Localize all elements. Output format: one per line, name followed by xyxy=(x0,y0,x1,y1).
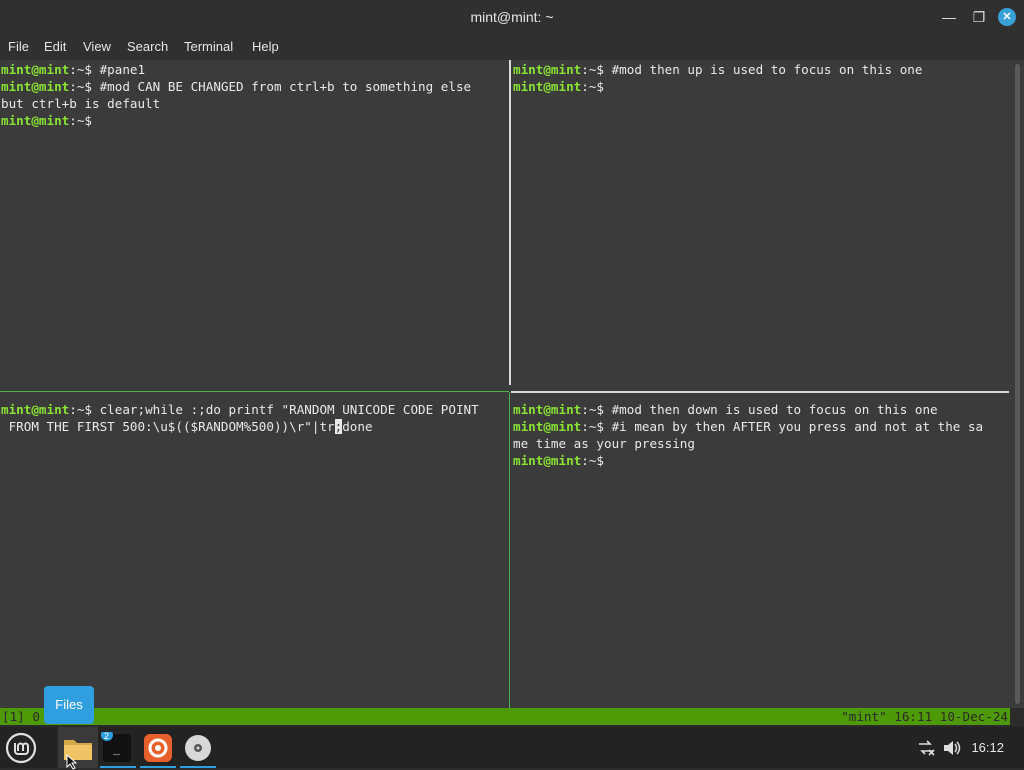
terminal-line: mint@mint:~$ #mod then up is used to foc… xyxy=(513,61,1009,78)
prompt-user: mint@mint xyxy=(1,402,70,417)
terminal-text: me time as your pressing xyxy=(513,436,695,451)
pane-divider-horizontal-right xyxy=(511,391,1009,393)
network-disconnected-icon[interactable] xyxy=(916,738,936,758)
terminal-badge: 2 xyxy=(104,732,109,741)
prompt-user: mint@mint xyxy=(1,113,70,128)
svg-text:_: _ xyxy=(113,741,121,755)
taskbar: _ 2 16:12 xyxy=(0,727,1024,768)
terminal-line: mint@mint:~$ #mod CAN BE CHANGED from ct… xyxy=(1,78,507,95)
menu-search[interactable]: Search xyxy=(127,39,168,54)
prompt-user: mint@mint xyxy=(513,62,582,77)
tmux-pane-bottom-left[interactable]: mint@mint:~$ clear;while :;do printf "RA… xyxy=(1,401,507,706)
terminal-text: #mod then up is used to focus on this on… xyxy=(604,62,923,77)
terminal-line: mint@mint:~$ #i mean by then AFTER you p… xyxy=(513,418,1009,435)
prompt-path: :~$ xyxy=(69,62,92,77)
menu-file[interactable]: File xyxy=(8,39,29,54)
terminal-text: but ctrl+b is default xyxy=(1,96,161,111)
pane-divider-vertical-top xyxy=(509,60,511,385)
prompt-user: mint@mint xyxy=(513,453,582,468)
prompt-user: mint@mint xyxy=(513,402,582,417)
prompt-path: :~$ xyxy=(581,62,604,77)
tmux-pane-bottom-right[interactable]: mint@mint:~$ #mod then down is used to f… xyxy=(513,401,1009,706)
terminal-line: mint@mint:~$ clear;while :;do printf "RA… xyxy=(1,401,507,418)
prompt-path: :~$ xyxy=(581,453,604,468)
menu-terminal[interactable]: Terminal xyxy=(184,39,233,54)
pane-divider-horizontal-left xyxy=(0,391,509,392)
tmux-pane-top-left[interactable]: mint@mint:~$ #pane1 mint@mint:~$ #mod CAN… xyxy=(1,61,507,389)
terminal-line: me time as your pressing xyxy=(513,435,1009,452)
terminal-text: #pane1 xyxy=(92,62,146,77)
prompt-user: mint@mint xyxy=(513,79,582,94)
volume-icon[interactable] xyxy=(942,738,962,758)
prompt-path: :~$ xyxy=(581,79,604,94)
terminal-icon[interactable]: _ 2 xyxy=(101,729,133,764)
terminal-line: mint@mint:~$ xyxy=(513,452,1009,469)
terminal-scrollbar[interactable] xyxy=(1012,62,1022,706)
terminal-text: clear;while :;do printf "RANDOM UNICODE … xyxy=(92,402,479,417)
minimize-icon[interactable]: — xyxy=(940,8,958,26)
window-title: mint@mint: ~ xyxy=(470,9,554,25)
window-titlebar[interactable]: mint@mint: ~ — ❐ ✕ xyxy=(0,0,1024,34)
prompt-path: :~$ xyxy=(69,402,92,417)
terminal-line: FROM THE FIRST 500:\u$(($RANDOM%500))\r"… xyxy=(1,418,507,435)
terminal-text: #mod then down is used to focus on this … xyxy=(604,402,938,417)
status-right: "mint" 16:11 10-Dec-24 xyxy=(841,709,1008,724)
terminal-text: FROM THE FIRST 500:\u$(($RANDOM%500))\r"… xyxy=(1,419,335,434)
prompt-path: :~$ xyxy=(581,402,604,417)
status-left: [1] 0 xyxy=(2,709,40,724)
maximize-icon[interactable]: ❐ xyxy=(970,8,988,26)
prompt-path: :~$ xyxy=(581,419,604,434)
linux-mint-menu-icon[interactable] xyxy=(5,732,37,764)
menu-view[interactable]: View xyxy=(83,39,111,54)
terminal-line: but ctrl+b is default xyxy=(1,95,507,112)
prompt-user: mint@mint xyxy=(513,419,582,434)
prompt-path: :~$ xyxy=(69,79,92,94)
files-tooltip: Files xyxy=(44,686,94,724)
scrollbar-thumb[interactable] xyxy=(1015,64,1020,704)
tmux-status-bar: [1] 0 "mint" 16:11 10-Dec-24 xyxy=(0,708,1010,725)
tmux-pane-top-right[interactable]: mint@mint:~$ #mod then up is used to foc… xyxy=(513,61,1009,389)
terminal-line: mint@mint:~$ #pane1 xyxy=(1,61,507,78)
terminal-text: #mod CAN BE CHANGED from ctrl+b to somet… xyxy=(92,79,472,94)
disc-icon[interactable] xyxy=(182,732,214,764)
prompt-user: mint@mint xyxy=(1,79,70,94)
taskbar-clock[interactable]: 16:12 xyxy=(971,740,1004,755)
menu-bar: File Edit View Search Terminal Help xyxy=(0,34,1024,60)
menu-edit[interactable]: Edit xyxy=(44,39,66,54)
terminal-line: mint@mint:~$ xyxy=(513,78,1009,95)
terminal-line: mint@mint:~$ xyxy=(1,112,507,129)
prompt-path: :~$ xyxy=(69,113,92,128)
terminal-text: #i mean by then AFTER you press and not … xyxy=(604,419,984,434)
pane-divider-vertical-bottom xyxy=(509,392,510,708)
firefox-icon[interactable] xyxy=(142,732,174,764)
prompt-user: mint@mint xyxy=(1,62,70,77)
terminal-line: mint@mint:~$ #mod then down is used to f… xyxy=(513,401,1009,418)
close-icon[interactable]: ✕ xyxy=(998,8,1016,26)
menu-help[interactable]: Help xyxy=(252,39,279,54)
terminal-text-after-cursor: done xyxy=(342,419,373,434)
